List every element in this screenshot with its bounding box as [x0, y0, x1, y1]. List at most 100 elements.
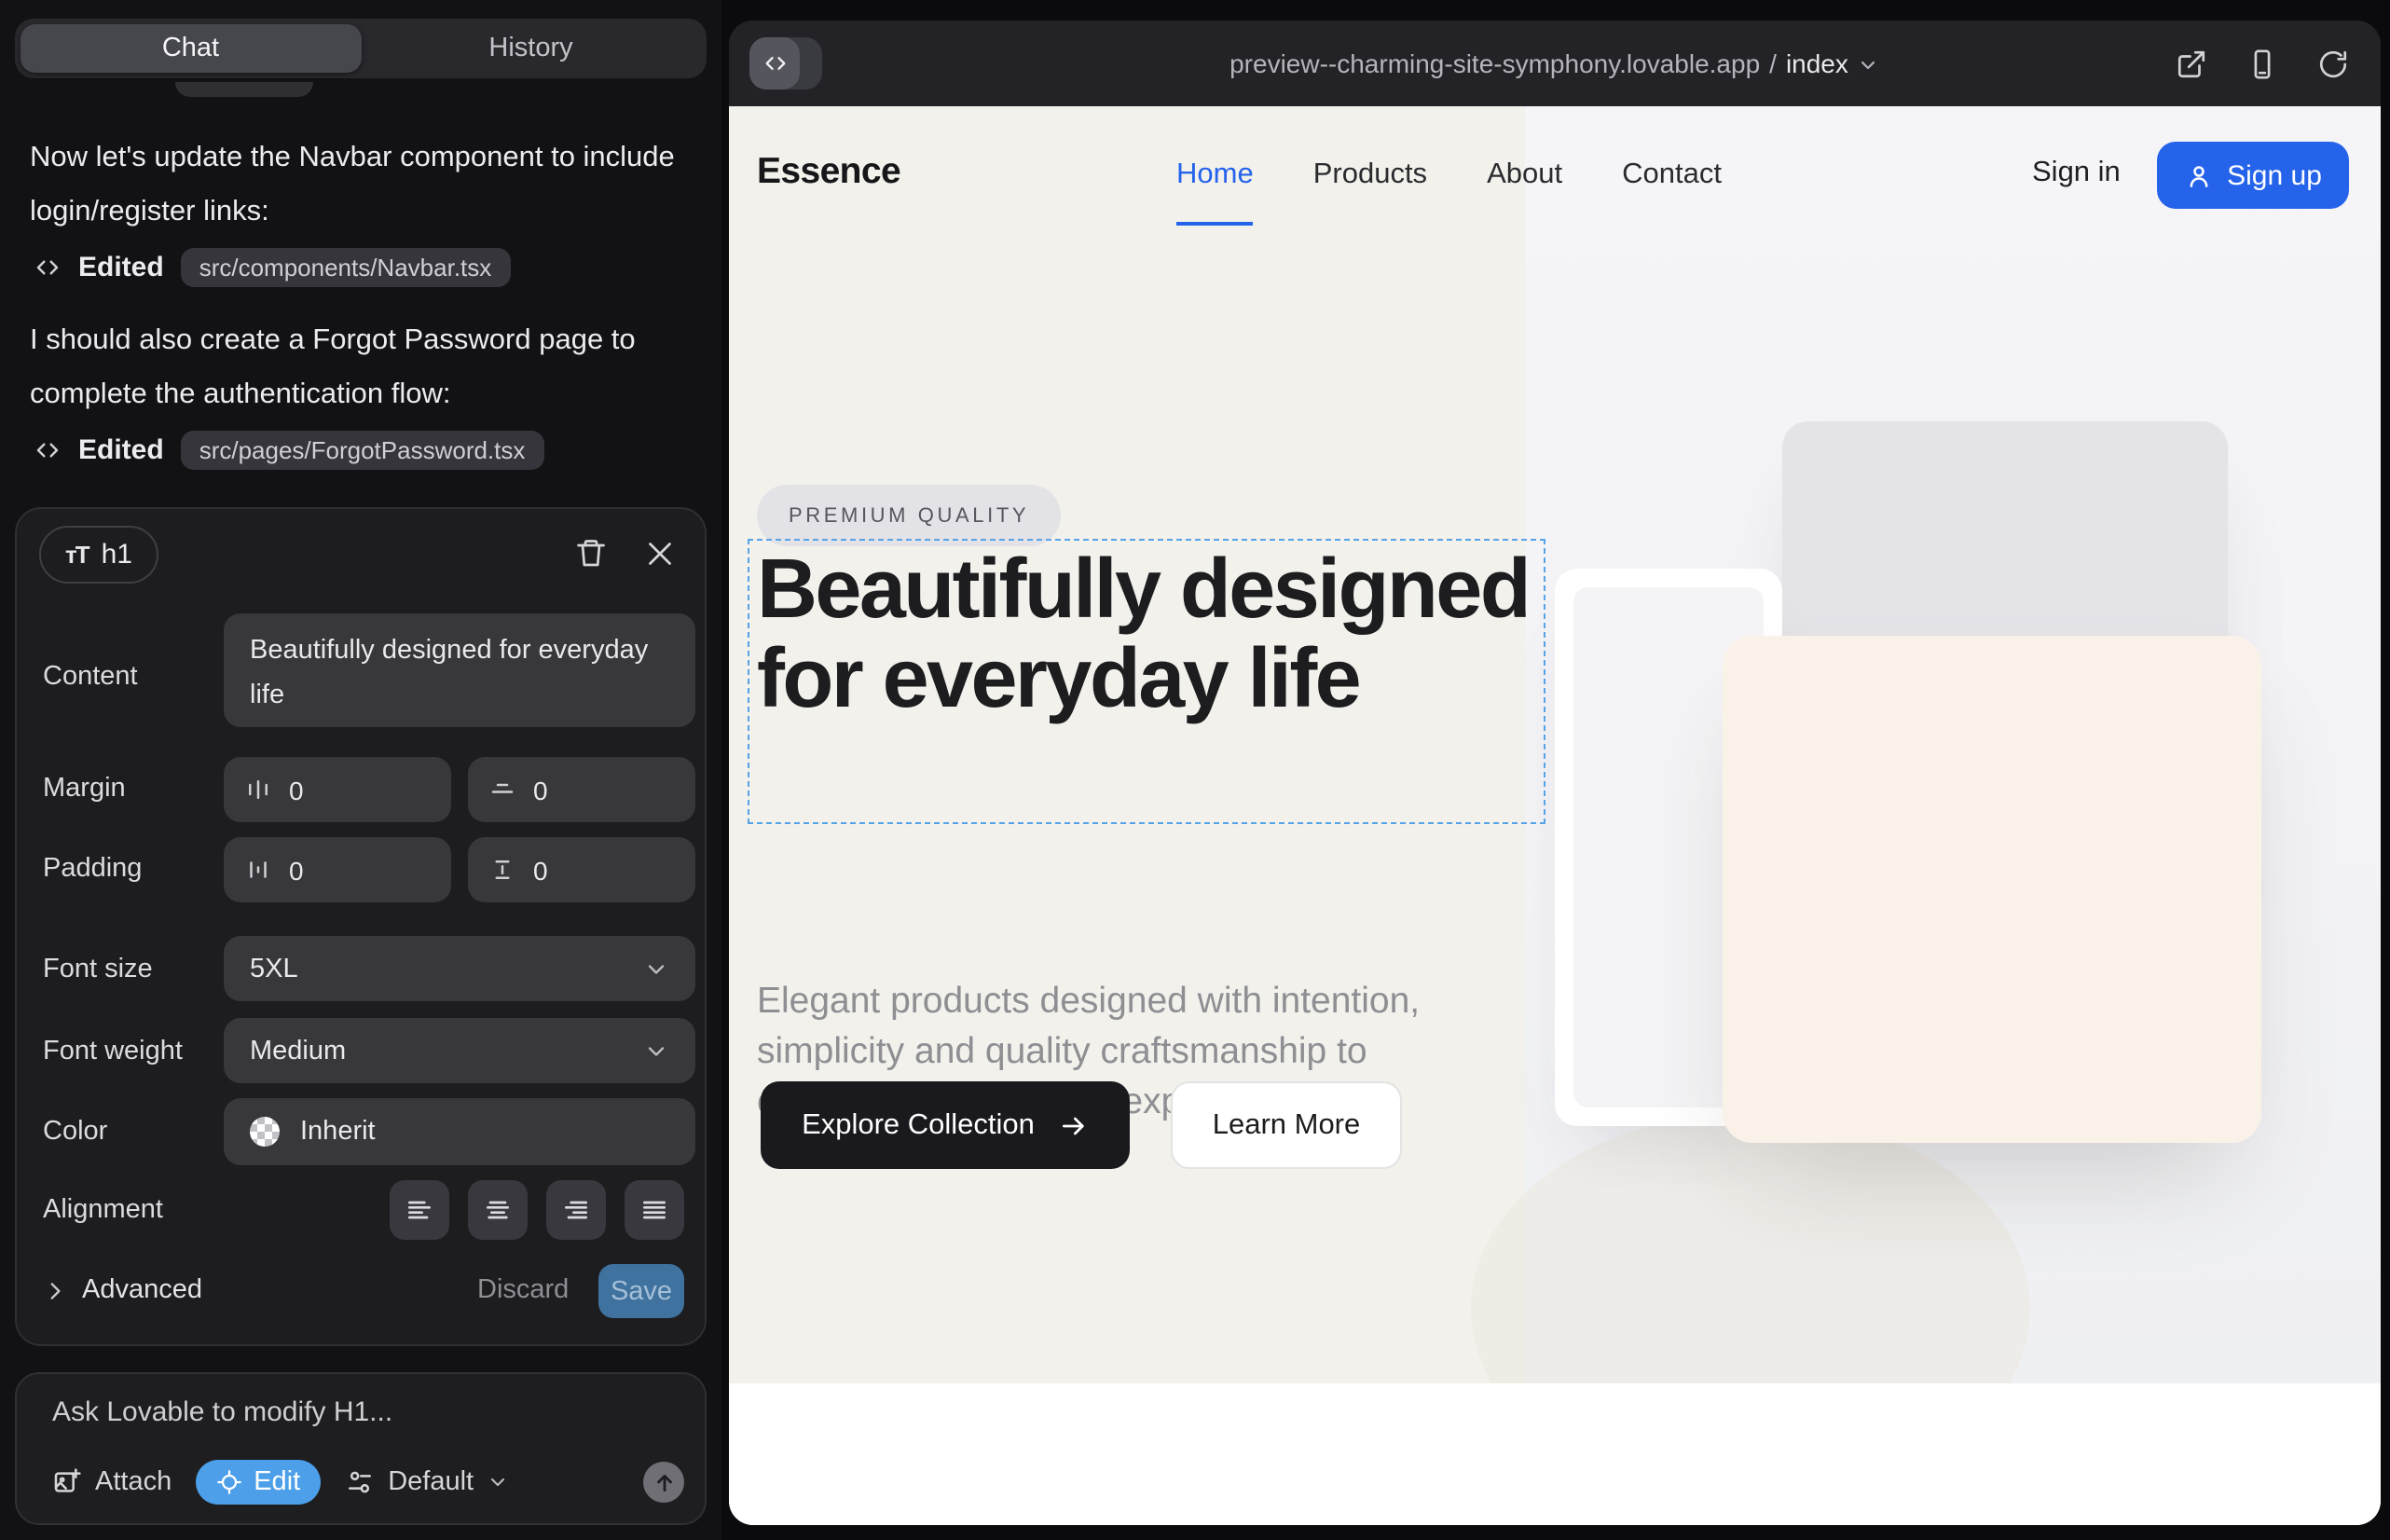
chat-sidebar: Chat History Now let's update the Navbar…	[0, 0, 721, 1540]
padding-label: Padding	[43, 854, 142, 884]
attach-label: Attach	[95, 1467, 172, 1497]
align-center-button[interactable]	[468, 1180, 528, 1240]
text-type-icon: тT	[65, 541, 89, 569]
assistant-message: Now let's update the Navbar component to…	[30, 131, 694, 239]
refresh-icon[interactable]	[2317, 48, 2349, 79]
chevron-down-icon	[487, 1471, 509, 1493]
explore-collection-label: Explore Collection	[802, 1108, 1035, 1142]
align-left-button[interactable]	[390, 1180, 449, 1240]
color-value: Inherit	[300, 1117, 376, 1147]
margin-y-input[interactable]: 0	[468, 757, 695, 822]
site-navbar: Essence Home Products About Contact Sign…	[729, 106, 2381, 244]
sliders-icon	[345, 1467, 375, 1497]
explore-collection-button[interactable]: Explore Collection	[761, 1081, 1130, 1169]
chat-input[interactable]	[52, 1396, 667, 1428]
sign-up-label: Sign up	[2227, 159, 2322, 191]
color-select[interactable]: Inherit	[224, 1098, 695, 1165]
sign-in-link[interactable]: Sign in	[2032, 157, 2121, 190]
send-button[interactable]	[643, 1462, 684, 1503]
preview-browser: preview--charming-site-symphony.lovable.…	[729, 21, 2381, 1525]
chrome-actions	[2176, 21, 2349, 106]
url-bar[interactable]: preview--charming-site-symphony.lovable.…	[729, 21, 2381, 106]
margin-vertical-icon	[488, 776, 516, 804]
chevron-right-icon	[43, 1278, 67, 1302]
margin-x-value: 0	[289, 775, 304, 804]
assistant-message: I should also create a Forgot Password p…	[30, 313, 694, 421]
hero-heading[interactable]: Beautifully designed for everyday life	[757, 544, 1547, 723]
site-logo[interactable]: Essence	[757, 151, 900, 194]
align-justify-button[interactable]	[625, 1180, 684, 1240]
nav-links: Home Products About Contact	[1176, 106, 1722, 244]
padding-horizontal-icon	[244, 856, 272, 884]
close-panel-button[interactable]	[643, 537, 677, 571]
edited-label: Edited	[78, 433, 164, 465]
font-weight-label: Font weight	[43, 1037, 183, 1066]
open-external-icon[interactable]	[2176, 48, 2207, 79]
editor-footer: Advanced Discard Save	[17, 1260, 705, 1327]
margin-x-input[interactable]: 0	[224, 757, 451, 822]
padding-y-value: 0	[533, 855, 548, 885]
mode-label: Default	[388, 1467, 474, 1497]
nav-link-products[interactable]: Products	[1313, 158, 1427, 192]
learn-more-button[interactable]: Learn More	[1171, 1081, 1402, 1169]
image-plus-icon	[52, 1467, 82, 1497]
edited-file-chip[interactable]: src/pages/ForgotPassword.tsx	[181, 430, 544, 469]
padding-x-value: 0	[289, 855, 304, 885]
nav-link-about[interactable]: About	[1487, 158, 1562, 192]
save-button[interactable]: Save	[598, 1264, 684, 1318]
edited-label: Edited	[78, 251, 164, 282]
font-weight-value: Medium	[250, 1036, 346, 1066]
browser-chrome: preview--charming-site-symphony.lovable.…	[729, 21, 2381, 106]
model-mode-select[interactable]: Default	[345, 1467, 509, 1497]
font-size-label: Font size	[43, 955, 153, 984]
edited-file-row: Edited src/pages/ForgotPassword.tsx	[34, 427, 543, 472]
chevron-down-icon	[1858, 54, 1880, 76]
advanced-label: Advanced	[82, 1275, 202, 1305]
nav-link-contact[interactable]: Contact	[1622, 158, 1722, 192]
attach-button[interactable]: Attach	[52, 1467, 172, 1497]
user-icon	[2184, 161, 2212, 189]
mobile-view-icon[interactable]	[2246, 48, 2278, 79]
edit-label: Edit	[254, 1467, 300, 1497]
delete-element-button[interactable]	[574, 537, 608, 571]
site-preview: Essence Home Products About Contact Sign…	[729, 106, 2381, 1525]
chevron-down-icon	[643, 956, 669, 982]
tab-history[interactable]: History	[361, 24, 701, 73]
target-icon	[216, 1469, 242, 1495]
sign-up-button[interactable]: Sign up	[2157, 142, 2349, 209]
advanced-toggle[interactable]: Advanced	[43, 1275, 202, 1305]
edit-mode-button[interactable]: Edit	[196, 1460, 321, 1505]
color-label: Color	[43, 1117, 107, 1147]
nav-link-home[interactable]: Home	[1176, 158, 1254, 192]
padding-vertical-icon	[488, 856, 516, 884]
chat-composer: Attach Edit Default	[15, 1372, 707, 1525]
content-textarea[interactable]: Beautifully designed for everyday life	[224, 613, 695, 727]
font-weight-select[interactable]: Medium	[224, 1018, 695, 1083]
margin-horizontal-icon	[244, 776, 272, 804]
selected-element-tag[interactable]: тT h1	[39, 526, 158, 584]
chevron-down-icon	[643, 1038, 669, 1064]
url-domain: preview--charming-site-symphony.lovable.…	[1229, 48, 1760, 78]
font-size-select[interactable]: 5XL	[224, 936, 695, 1001]
margin-y-value: 0	[533, 775, 548, 804]
align-right-button[interactable]	[546, 1180, 606, 1240]
padding-y-input[interactable]: 0	[468, 837, 695, 902]
lovable-app: Chat History Now let's update the Navbar…	[0, 0, 2390, 1540]
padding-x-input[interactable]: 0	[224, 837, 451, 902]
decorative-card-beige	[1723, 636, 2261, 1143]
chat-history-tabbar: Chat History	[15, 19, 707, 78]
code-icon	[34, 253, 62, 281]
edited-file-row: Edited src/components/Navbar.tsx	[34, 244, 510, 289]
content-label: Content	[43, 662, 138, 692]
edited-file-chip[interactable]: src/components/Navbar.tsx	[181, 247, 511, 286]
element-tag-label: h1	[102, 539, 132, 571]
alignment-label: Alignment	[43, 1195, 163, 1225]
margin-label: Margin	[43, 774, 126, 804]
composer-toolbar: Attach Edit Default	[52, 1458, 684, 1506]
discard-button[interactable]: Discard	[477, 1275, 569, 1305]
url-page: index	[1786, 48, 1848, 78]
premium-badge: PREMIUM QUALITY	[757, 485, 1061, 546]
alignment-button-group	[390, 1180, 684, 1240]
url-separator: /	[1769, 48, 1777, 78]
tab-chat[interactable]: Chat	[21, 24, 361, 73]
